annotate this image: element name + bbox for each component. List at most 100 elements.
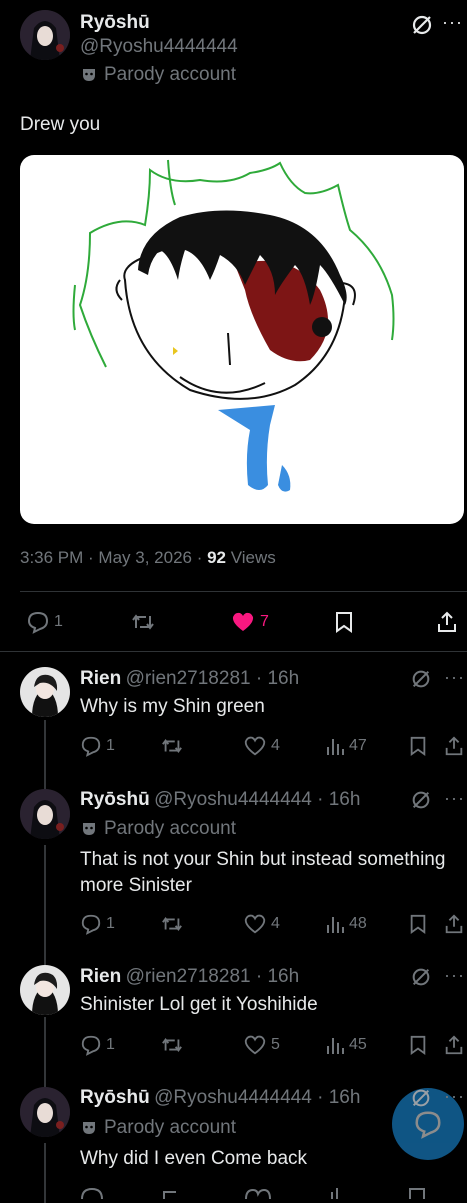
divider (0, 651, 467, 652)
reply-icon (81, 914, 101, 935)
views-icon (327, 917, 344, 933)
reply-text: Why is my Shin green (80, 696, 265, 717)
author-handle[interactable]: @rien2718281 · 16h (126, 668, 300, 689)
views-icon (327, 1038, 344, 1054)
divider (20, 591, 467, 592)
share-icon (445, 914, 463, 934)
views-count: 92 (207, 548, 227, 567)
repost-button[interactable] (160, 1034, 184, 1056)
bookmark-button[interactable] (408, 913, 428, 935)
share-icon (438, 611, 456, 632)
parody-label: Parody account (104, 1117, 237, 1138)
grok-icon[interactable] (410, 789, 432, 811)
reply-count: 1 (106, 1036, 115, 1053)
more-icon[interactable]: ··· (444, 965, 465, 986)
post-text: Drew you (20, 114, 101, 135)
like-button[interactable]: 5 (243, 1034, 280, 1056)
reply-text: Shinister Lol get it Yoshihide (80, 994, 318, 1015)
grok-icon[interactable] (410, 668, 432, 690)
thread-line (44, 845, 46, 965)
views-count: 47 (349, 737, 367, 754)
repost-button[interactable] (160, 735, 184, 757)
compose-icon (415, 1111, 441, 1139)
avatar[interactable] (20, 10, 70, 60)
more-icon[interactable]: ··· (444, 667, 465, 688)
reply-button[interactable]: 1 (80, 735, 115, 757)
like-icon (244, 1035, 266, 1055)
grok-icon[interactable] (410, 966, 432, 988)
author-handle[interactable]: @Ryoshu4444444 · 16h (154, 1087, 360, 1108)
share-button[interactable] (435, 610, 459, 634)
more-icon[interactable]: ··· (442, 12, 463, 33)
grok-icon[interactable] (410, 1087, 432, 1109)
views-icon (327, 739, 344, 755)
reply-icon (81, 1035, 101, 1056)
post-image[interactable] (20, 155, 464, 524)
avatar[interactable] (20, 965, 70, 1015)
post-timestamp: 3:36 PM · May 3, 2026 · 92 Views (20, 548, 276, 568)
views-button[interactable]: 45 (325, 1034, 367, 1056)
reply-count: 1 (54, 613, 63, 630)
share-icon (445, 1035, 463, 1055)
share-button[interactable] (443, 735, 465, 757)
views-count: 48 (349, 915, 367, 932)
like-count: 4 (271, 737, 280, 754)
author-name[interactable]: Rien (80, 966, 121, 987)
reply-header: Rien @rien2718281 · 16h (80, 966, 299, 988)
like-button[interactable]: 4 (243, 735, 280, 757)
author-handle[interactable]: @rien2718281 · 16h (126, 966, 300, 987)
grok-icon[interactable] (410, 13, 434, 37)
like-count: 5 (271, 1036, 280, 1053)
bookmark-button[interactable] (333, 610, 355, 634)
author-name[interactable]: Rien (80, 668, 121, 689)
reply-icon (27, 611, 49, 634)
thread-line (44, 1143, 46, 1203)
share-button[interactable] (443, 1034, 465, 1056)
parody-label: Parody account (104, 818, 237, 839)
bookmark-icon (410, 914, 426, 934)
repost-button[interactable] (160, 913, 184, 935)
reply-count: 1 (106, 915, 115, 932)
avatar[interactable] (20, 789, 70, 839)
partial-action-row (80, 1186, 467, 1199)
thread-line (44, 1017, 46, 1087)
avatar[interactable] (20, 667, 70, 717)
views-button[interactable]: 47 (325, 735, 367, 757)
reply-button[interactable]: 1 (26, 610, 63, 634)
like-count: 4 (271, 915, 280, 932)
reply-button[interactable]: 1 (80, 1034, 115, 1056)
author-name[interactable]: Ryōshū (80, 12, 150, 34)
more-icon[interactable]: ··· (444, 1086, 465, 1107)
reply-header: Ryōshū @Ryoshu4444444 · 16h (80, 789, 360, 811)
parody-badge: Parody account (80, 818, 236, 840)
views-button[interactable]: 48 (325, 913, 367, 935)
views-count: 45 (349, 1036, 367, 1053)
author-name[interactable]: Ryōshū (80, 789, 150, 810)
like-icon (232, 612, 254, 631)
share-icon (445, 736, 463, 756)
reply-count: 1 (106, 737, 115, 754)
thread-line (44, 720, 46, 790)
repost-icon (162, 738, 182, 754)
reply-text: That is not your Shin but instead someth… (80, 849, 446, 896)
parody-badge: Parody account (80, 64, 236, 86)
repost-button[interactable] (130, 610, 156, 634)
repost-icon (132, 614, 154, 630)
like-button[interactable]: 7 (230, 610, 269, 634)
parody-mask-icon (83, 69, 95, 81)
repost-icon (162, 916, 182, 932)
author-handle[interactable]: @Ryoshu4444444 (80, 36, 238, 58)
reply-text: Why did I even Come back (80, 1148, 308, 1169)
reply-icon (81, 736, 101, 757)
reply-header: Rien @rien2718281 · 16h (80, 668, 299, 690)
more-icon[interactable]: ··· (444, 788, 465, 809)
author-name[interactable]: Ryōshū (80, 1087, 150, 1108)
bookmark-button[interactable] (408, 1034, 428, 1056)
author-handle[interactable]: @Ryoshu4444444 · 16h (154, 789, 360, 810)
time-text: 3:36 PM · May 3, 2026 · (20, 548, 208, 567)
share-button[interactable] (443, 913, 465, 935)
like-button[interactable]: 4 (243, 913, 280, 935)
avatar[interactable] (20, 1087, 70, 1137)
bookmark-button[interactable] (408, 735, 428, 757)
reply-button[interactable]: 1 (80, 913, 115, 935)
